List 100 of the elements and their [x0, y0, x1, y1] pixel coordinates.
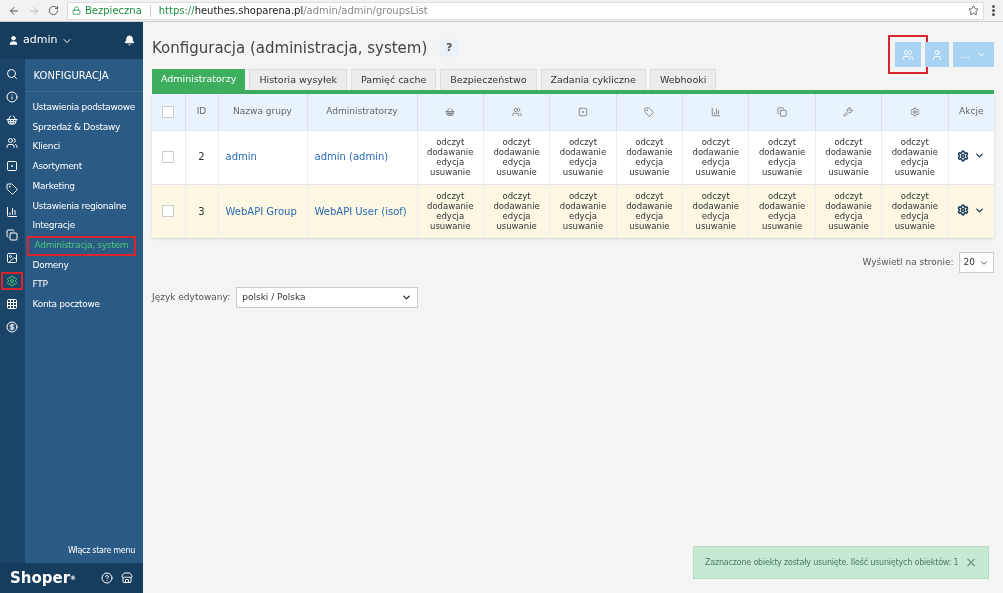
menu-item[interactable]: Asortyment [26, 157, 88, 177]
permission-text: dodawanie [626, 201, 673, 212]
permission-text: edycja [701, 157, 730, 167]
documents-icon [777, 106, 788, 117]
permission-text: dodawanie [891, 147, 938, 157]
toast-message: Zaznaczone obiekty zostały usunięte. Ilość usuniętych obiektów: 1 [705, 556, 959, 569]
menu-heading: KONFIGURACJA [24, 59, 143, 92]
row-checkbox[interactable] [162, 205, 175, 217]
help-button[interactable]: ? [439, 39, 460, 57]
menu-item[interactable]: Integracje [26, 216, 81, 236]
table-cell: 2 [198, 151, 205, 163]
settings-icon[interactable] [957, 204, 970, 216]
page-title: Konfiguracja (administracja, system) [152, 37, 428, 59]
bell-icon[interactable] [124, 35, 135, 46]
permission-text: usuwanie [695, 167, 736, 177]
permission-text: edycja [635, 211, 664, 222]
permission-text: dodawanie [825, 147, 872, 157]
permission-text: usuwanie [496, 167, 537, 177]
permission-text: edycja [436, 157, 465, 167]
permission-text: edycja [900, 211, 929, 222]
back-icon[interactable] [8, 4, 20, 17]
permission-text: dodawanie [891, 201, 938, 212]
row-checkbox[interactable] [162, 150, 175, 163]
permission-text: usuwanie [629, 221, 670, 232]
tab[interactable]: Webhooki [649, 69, 717, 90]
permission-text: dodawanie [493, 201, 540, 212]
menu-item[interactable]: Sprzedaż & Dostawy [26, 117, 127, 138]
menu-item[interactable]: FTP [26, 275, 54, 295]
permission-text: odczyt [502, 137, 531, 147]
lock-icon [72, 6, 81, 15]
secure-label: Bezpieczna [85, 4, 142, 18]
bookmark-star-icon[interactable] [968, 5, 979, 16]
tab[interactable]: Pamięć cache [351, 69, 437, 90]
permission-text: dodawanie [692, 201, 739, 212]
permission-text: edycja [635, 157, 664, 167]
permission-text: usuwanie [761, 221, 803, 232]
permission-text: odczyt [900, 191, 929, 202]
menu-item[interactable]: Ustawienia regionalne [26, 196, 133, 217]
tab[interactable]: Historia wysyłek [249, 69, 348, 90]
menu-dots-icon[interactable] [992, 5, 995, 16]
menu-item[interactable]: Marketing [26, 176, 81, 197]
permission-text: dodawanie [559, 201, 607, 212]
permission-text: edycja [436, 211, 465, 222]
permission-text: dodawanie [626, 147, 673, 157]
help-icon[interactable] [101, 572, 113, 584]
user-name[interactable]: admin [23, 32, 58, 49]
menu-item[interactable]: Ustawienia podstawowe [26, 98, 141, 118]
permission-text: usuwanie [828, 167, 869, 177]
group-name-link[interactable]: WebAPI Group [225, 205, 297, 217]
permission-text: usuwanie [894, 221, 935, 232]
tab[interactable]: Bezpieczeństwo [440, 69, 537, 90]
column-header: Akcje [948, 94, 994, 130]
administrator-link[interactable]: admin (admin) [314, 151, 389, 163]
settings-icon[interactable] [957, 149, 970, 162]
permission-text: edycja [834, 157, 863, 167]
permission-text: usuwanie [496, 221, 537, 232]
menu-item[interactable]: Konta pocztowe [26, 294, 106, 315]
permission-text: odczyt [900, 137, 929, 147]
permission-text: odczyt [568, 191, 597, 202]
old-menu-link[interactable]: Włącz stare menu [67, 545, 135, 557]
language-select[interactable]: polski / Polska [236, 287, 419, 308]
page-size-select[interactable]: 20 [958, 252, 994, 273]
reload-icon[interactable] [48, 5, 59, 16]
permission-text: usuwanie [562, 167, 604, 177]
store-icon[interactable] [121, 572, 133, 584]
permission-text: odczyt [701, 191, 730, 202]
permission-text: usuwanie [828, 221, 869, 232]
permission-text: odczyt [768, 137, 797, 147]
permission-text: dodawanie [758, 147, 806, 157]
permission-text: dodawanie [427, 147, 474, 157]
permission-text: edycja [768, 211, 796, 222]
permission-text: odczyt [436, 191, 465, 202]
administrator-link[interactable]: WebAPI User (isof) [314, 205, 407, 217]
select-all-checkbox[interactable] [162, 105, 175, 118]
permission-text: dodawanie [758, 201, 806, 212]
permission-text: edycja [502, 157, 531, 167]
permission-text: dodawanie [559, 147, 607, 157]
permission-text: odczyt [768, 191, 797, 202]
menu-item[interactable]: Domeny [26, 255, 75, 276]
group-name-link[interactable]: admin [225, 151, 257, 163]
permission-text: usuwanie [761, 167, 803, 177]
permission-text: usuwanie [629, 167, 670, 177]
brand-logo: Shoper$^{®}$ [10, 567, 77, 589]
permission-text: odczyt [635, 191, 664, 202]
language-label: Język edytowany: [152, 290, 231, 304]
address-bar[interactable]: Bezpieczna https://heuthes.shoparena.pl/admin/admin/groupsList [67, 1, 984, 20]
permission-text: edycja [569, 157, 597, 167]
permission-text: usuwanie [562, 221, 604, 232]
menu-item[interactable]: Klienci [26, 137, 67, 158]
bar-chart-icon [710, 106, 721, 117]
permission-text: odczyt [635, 137, 664, 147]
permission-text: dodawanie [493, 147, 540, 157]
tab[interactable]: Zadania cykliczne [540, 69, 646, 90]
permission-text: odczyt [834, 137, 863, 147]
tag-icon [644, 106, 655, 117]
permission-text: usuwanie [430, 167, 471, 177]
permission-text: dodawanie [825, 201, 872, 212]
menu-item[interactable]: Administracja, system [26, 235, 137, 256]
permission-text: odczyt [502, 191, 531, 202]
table-cell: 3 [198, 205, 205, 217]
